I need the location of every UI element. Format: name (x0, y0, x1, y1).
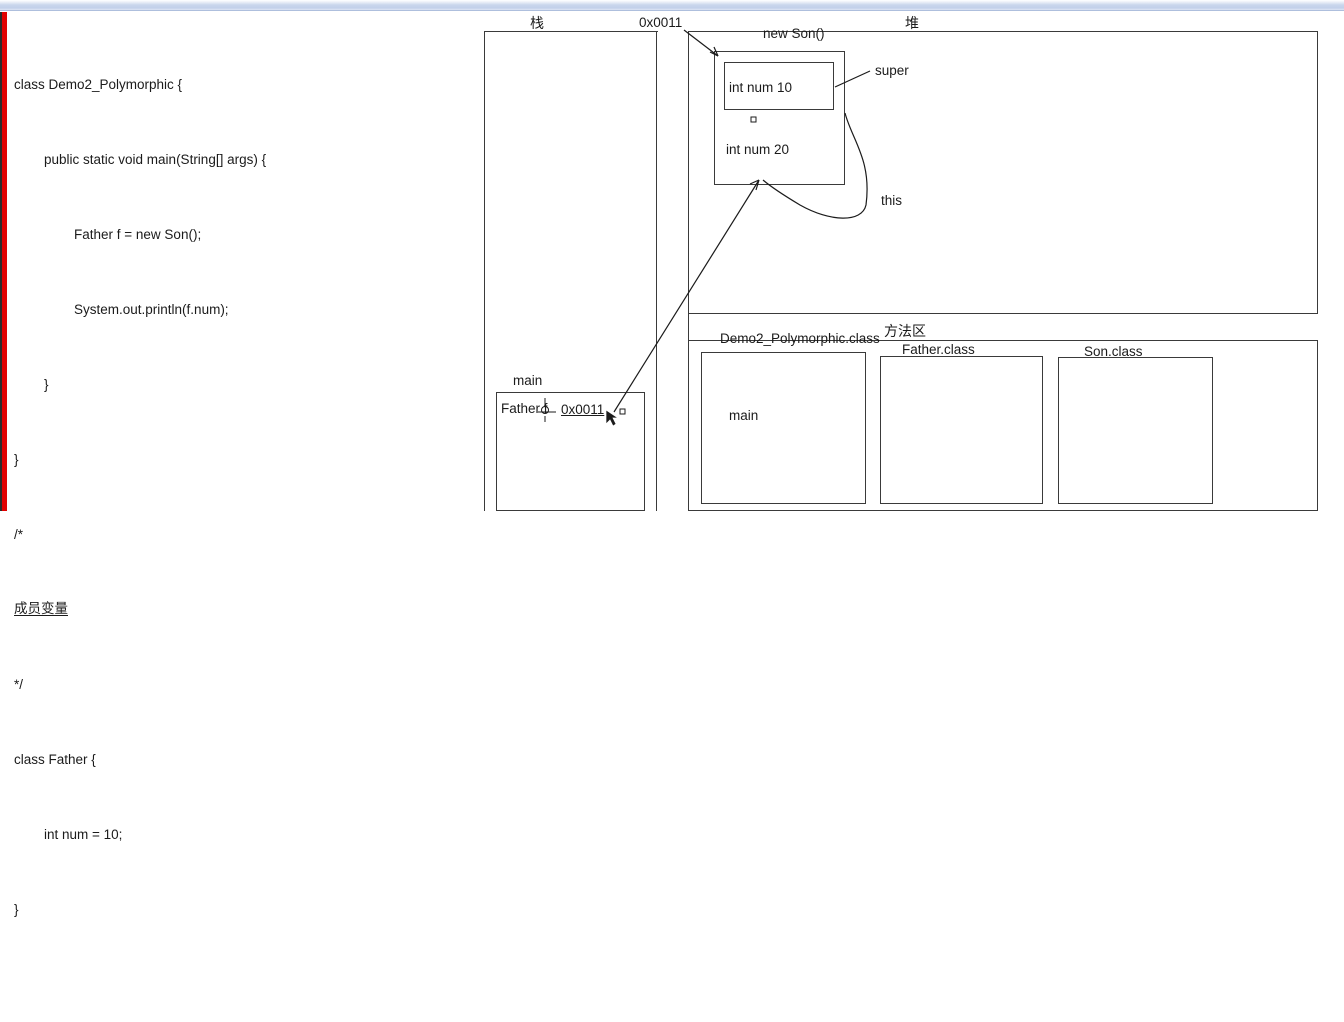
left-white-gutter (7, 12, 10, 511)
main-frame-variable-name: Father f (501, 401, 548, 416)
sub-field-text: int num 20 (726, 142, 790, 157)
this-annotation-label: this (881, 193, 903, 208)
main-frame-title: main (513, 373, 543, 388)
window-chrome-divider (0, 10, 1344, 11)
code-line-3: System.out.println(f.num); (14, 302, 229, 317)
code-line-11: } (14, 902, 19, 917)
code-line-6: /* (14, 527, 24, 542)
code-line-7: 成员变量 (14, 601, 68, 617)
super-annotation-label: super (875, 63, 909, 78)
code-line-0: class Demo2_Polymorphic { (14, 77, 183, 92)
class-box-son (1058, 357, 1213, 504)
class-member-main: main (729, 408, 759, 423)
code-line-2: Father f = new Son(); (14, 227, 202, 242)
stack-title: 栈 (530, 16, 544, 32)
class-box-father (880, 356, 1043, 504)
code-line-9: class Father { (14, 752, 96, 767)
method-area-title: 方法区 (884, 324, 926, 340)
class-label-demo2: Demo2_Polymorphic.class (720, 331, 880, 346)
super-field-text: int num 10 (729, 80, 793, 95)
class-label-father: Father.class (902, 342, 975, 357)
main-frame-variable-value: 0x0011 (561, 402, 605, 417)
code-line-10: int num = 10; (14, 827, 123, 842)
code-line-1: public static void main(String[] args) { (14, 152, 267, 167)
heap-title: 堆 (905, 16, 919, 32)
heap-object-label: new Son() (763, 26, 825, 41)
code-line-4: } (14, 377, 49, 392)
code-line-5: } (14, 452, 19, 467)
stack-region-right-edge (656, 31, 658, 511)
class-box-demo2 (701, 352, 866, 504)
stack-address-label: 0x0011 (639, 15, 683, 30)
source-code-pane[interactable]: class Demo2_Polymorphic { public static … (14, 22, 464, 1022)
code-line-8: */ (14, 677, 24, 692)
